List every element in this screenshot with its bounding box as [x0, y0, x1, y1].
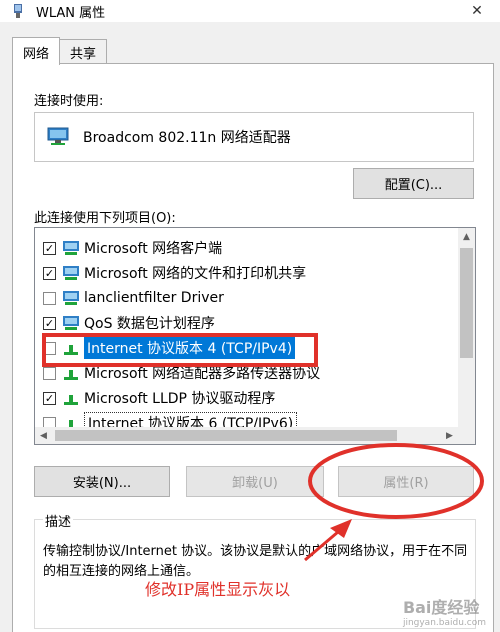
network-adapter-icon [14, 4, 22, 18]
item-label: Microsoft 网络的文件和打印机共享 [84, 266, 307, 282]
tab-strip: 网络 共享 [12, 37, 108, 65]
list-item-selected[interactable]: Internet 协议版本 4 (TCP/IPv4) [35, 336, 453, 360]
horizontal-scroll-thumb[interactable] [55, 430, 397, 441]
watermark-main: Bai度经验 [402, 598, 480, 617]
item-label: QoS 数据包计划程序 [84, 316, 215, 332]
connect-using-label: 连接时使用: [34, 94, 104, 109]
install-button[interactable]: 安装(N)... [34, 466, 170, 497]
list-item[interactable]: lanclientfilter Driver [35, 286, 453, 310]
item-checkbox[interactable] [43, 341, 56, 355]
description-legend: 描述 [43, 511, 74, 530]
configure-button[interactable]: 配置(C)... [353, 168, 474, 199]
network-service-icon [63, 316, 79, 330]
item-label: Microsoft 网络客户端 [84, 241, 223, 257]
item-checkbox[interactable] [43, 291, 56, 305]
vertical-scrollbar[interactable]: ▲ ▼ [458, 228, 475, 444]
list-item[interactable]: ✓ QoS 数据包计划程序 [35, 311, 453, 335]
network-service-icon [63, 291, 79, 305]
close-icon[interactable]: ✕ [462, 0, 492, 22]
items-label: 此连接使用下列项目(O): [34, 211, 176, 226]
scroll-right-icon[interactable]: ▶ [441, 427, 458, 444]
list-item[interactable]: Microsoft 网络适配器多路传送器协议 [35, 361, 453, 385]
protocol-icon [64, 395, 78, 405]
item-checkbox[interactable]: ✓ [43, 391, 56, 405]
tab-network[interactable]: 网络 [12, 37, 61, 65]
adapter-box: Broadcom 802.11n 网络适配器 [34, 112, 474, 162]
network-client-icon [63, 241, 79, 255]
network-panel: 连接时使用: Broadcom 802.11n 网络适配器 配置(C)... 此… [12, 63, 494, 632]
tab-sharing[interactable]: 共享 [59, 39, 108, 64]
item-checkbox[interactable] [43, 366, 56, 380]
title-bar: WLAN 属性 ✕ [0, 0, 500, 22]
scroll-left-icon[interactable]: ◀ [35, 427, 52, 444]
items-list: ✓ Microsoft 网络客户端 ✓ Microsoft 网络的文件和打印机共… [34, 227, 476, 445]
window-title: WLAN 属性 [36, 5, 106, 21]
item-label: Microsoft LLDP 协议驱动程序 [84, 391, 276, 407]
network-adapter-icon [47, 127, 69, 145]
protocol-icon [64, 370, 78, 380]
watermark-sub: jingyan.baidu.com [402, 618, 486, 628]
item-checkbox[interactable]: ✓ [43, 266, 56, 280]
network-service-icon [63, 266, 79, 280]
protocol-icon [64, 345, 78, 355]
properties-button[interactable]: 属性(R) [338, 466, 474, 497]
list-item[interactable]: ✓ Microsoft 网络客户端 [35, 236, 453, 260]
annotation-text: 修改IP属性显示灰以 [145, 580, 291, 599]
list-item[interactable]: ✓ Microsoft LLDP 协议驱动程序 [35, 386, 453, 410]
scroll-up-icon[interactable]: ▲ [458, 228, 475, 245]
watermark: Bai度经验 jingyan.baidu.com [403, 594, 486, 628]
scroll-thumb[interactable] [460, 248, 473, 358]
item-label: Microsoft 网络适配器多路传送器协议 [84, 366, 321, 382]
item-label: lanclientfilter Driver [84, 290, 224, 306]
item-checkbox[interactable]: ✓ [43, 316, 56, 330]
adapter-name: Broadcom 802.11n 网络适配器 [83, 130, 291, 146]
item-label: Internet 协议版本 4 (TCP/IPv4) [84, 337, 296, 359]
item-checkbox[interactable]: ✓ [43, 241, 56, 255]
horizontal-scrollbar[interactable]: ◀ ▶ [35, 427, 475, 444]
list-item[interactable]: ✓ Microsoft 网络的文件和打印机共享 [35, 261, 453, 285]
uninstall-button[interactable]: 卸载(U) [186, 466, 324, 497]
